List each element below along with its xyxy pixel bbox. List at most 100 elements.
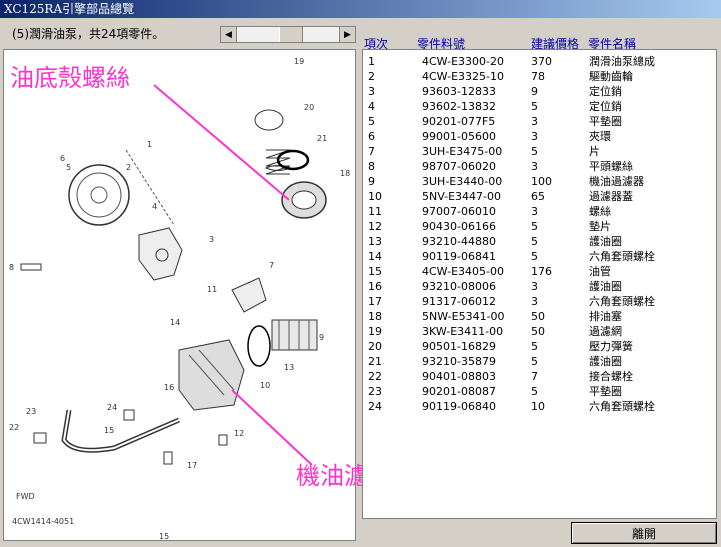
callout-8: 8 (9, 263, 14, 272)
row-price: 5 (531, 385, 538, 398)
table-row[interactable]: 6 99001-05600 3 夾環 (363, 129, 713, 144)
row-name: 平墊圈 (589, 385, 622, 398)
row-name: 壓力彈簧 (589, 340, 633, 353)
table-row[interactable]: 21 93210-35879 5 護油圈 (363, 354, 713, 369)
row-index: 18 (368, 310, 382, 323)
row-name: 六角套頭螺栓 (589, 250, 655, 263)
table-row[interactable]: 9 3UH-E3440-00 100 機油過濾器 (363, 174, 713, 189)
row-price: 370 (531, 55, 552, 68)
row-part-no: 93602-13832 (422, 100, 496, 113)
table-row[interactable]: 13 93210-44880 5 護油圈 (363, 234, 713, 249)
row-name: 片 (589, 145, 600, 158)
callout-21: 21 (317, 134, 327, 143)
row-part-no: 99001-05600 (422, 130, 496, 143)
table-row[interactable]: 1 4CW-E3300-20 370 潤滑油泵總成 (363, 54, 713, 69)
window-title: XC125RA引擎部品總覽 (0, 0, 721, 18)
callout-23: 23 (26, 407, 36, 416)
row-price: 5 (531, 250, 538, 263)
page-subtitle: (5)潤滑油泵，共24項零件。 (12, 27, 165, 41)
row-name: 平墊圈 (589, 115, 622, 128)
callout-6: 6 (60, 154, 65, 163)
table-row[interactable]: 11 97007-06010 3 螺絲 (363, 204, 713, 219)
row-part-no: 3KW-E3411-00 (422, 325, 504, 338)
row-price: 78 (531, 70, 545, 83)
row-index: 3 (368, 85, 375, 98)
row-part-no: 4CW-E3300-20 (422, 55, 504, 68)
row-price: 9 (531, 85, 538, 98)
row-name: 接合螺栓 (589, 370, 633, 383)
row-index: 5 (368, 115, 375, 128)
row-name: 過濾器蓋 (589, 190, 633, 203)
row-part-no: 90119-06841 (422, 250, 496, 263)
callout-24: 24 (107, 403, 117, 412)
row-index: 12 (368, 220, 382, 233)
row-part-no: 91317-06012 (422, 295, 496, 308)
row-name: 六角套頭螺栓 (589, 400, 655, 413)
row-part-no: 3UH-E3440-00 (422, 175, 503, 188)
table-row[interactable]: 16 93210-08006 3 護油圈 (363, 279, 713, 294)
diagram-code: 4CW1414-4051 (12, 517, 74, 526)
col-header-price: 建議價格 (531, 37, 580, 51)
table-row[interactable]: 5 90201-077F5 3 平墊圈 (363, 114, 713, 129)
row-price: 176 (531, 265, 552, 278)
col-header-index: 項次 (364, 37, 389, 51)
arrow-left-icon[interactable]: ◀ (221, 27, 237, 42)
table-row[interactable]: 7 3UH-E3475-00 5 片 (363, 144, 713, 159)
row-price: 3 (531, 115, 538, 128)
callout-3: 3 (209, 235, 214, 244)
callout-4: 4 (152, 202, 157, 211)
annotation-oil-pan-screw: 油底殼螺絲 (10, 64, 130, 92)
table-row[interactable]: 23 90201-08087 5 平墊圈 (363, 384, 713, 399)
callout-1: 1 (147, 140, 152, 149)
arrow-right-icon[interactable]: ▶ (339, 27, 355, 42)
table-row[interactable]: 2 4CW-E3325-10 78 驅動齒輪 (363, 69, 713, 84)
row-index: 17 (368, 295, 382, 308)
row-part-no: 93603-12833 (422, 85, 496, 98)
callout-19: 19 (294, 57, 304, 66)
row-price: 3 (531, 295, 538, 308)
table-row[interactable]: 14 90119-06841 5 六角套頭螺栓 (363, 249, 713, 264)
row-name: 驅動齒輪 (589, 70, 633, 83)
row-name: 螺絲 (589, 205, 611, 218)
row-index: 9 (368, 175, 375, 188)
row-part-no: 93210-35879 (422, 355, 496, 368)
table-row[interactable]: 24 90119-06840 10 六角套頭螺栓 (363, 399, 713, 414)
table-row[interactable]: 10 5NV-E3447-00 65 過濾器蓋 (363, 189, 713, 204)
row-index: 2 (368, 70, 375, 83)
row-part-no: 90119-06840 (422, 400, 496, 413)
table-row[interactable]: 4 93602-13832 5 定位銷 (363, 99, 713, 114)
row-part-no: 90201-077F5 (422, 115, 496, 128)
row-name: 墊片 (589, 220, 611, 233)
col-header-name: 零件名稱 (588, 37, 637, 51)
table-row[interactable]: 3 93603-12833 9 定位銷 (363, 84, 713, 99)
table-row[interactable]: 8 98707-06020 3 平頭螺絲 (363, 159, 713, 174)
table-row[interactable]: 22 90401-08803 7 接合螺栓 (363, 369, 713, 384)
row-part-no: 90501-16829 (422, 340, 496, 353)
callout-7: 7 (269, 261, 274, 270)
row-price: 50 (531, 325, 545, 338)
row-index: 4 (368, 100, 375, 113)
close-button[interactable]: 離開 (571, 522, 717, 544)
callout-5: 5 (66, 163, 71, 172)
parts-list-panel: 項次 零件料號 建議價格 零件名稱 1 4CW-E3300-20 370 潤滑油泵總成… (362, 37, 717, 521)
table-row[interactable]: 17 91317-06012 3 六角套頭螺栓 (363, 294, 713, 309)
row-price: 5 (531, 220, 538, 233)
parts-list[interactable]: 1 4CW-E3300-20 370 潤滑油泵總成 2 4CW-E3325-10 78 驅動齒… (362, 49, 717, 519)
fwd-arrow-label: FWD (16, 492, 35, 501)
table-row[interactable]: 12 90430-06166 5 墊片 (363, 219, 713, 234)
row-index: 23 (368, 385, 382, 398)
page-scrollbar[interactable]: ◀ ▶ (220, 26, 356, 43)
row-name: 機油過濾器 (589, 175, 644, 188)
row-name: 定位銷 (589, 100, 622, 113)
row-name: 排油塞 (589, 310, 622, 323)
row-name: 過濾網 (589, 325, 622, 338)
table-row[interactable]: 15 4CW-E3405-00 176 油管 (363, 264, 713, 279)
row-price: 7 (531, 370, 538, 383)
row-name: 平頭螺絲 (589, 160, 633, 173)
table-row[interactable]: 18 5NW-E5341-00 50 排油塞 (363, 309, 713, 324)
table-row[interactable]: 20 90501-16829 5 壓力彈簧 (363, 339, 713, 354)
row-name: 夾環 (589, 130, 611, 143)
scroll-thumb[interactable] (279, 27, 303, 42)
row-price: 3 (531, 205, 538, 218)
table-row[interactable]: 19 3KW-E3411-00 50 過濾網 (363, 324, 713, 339)
